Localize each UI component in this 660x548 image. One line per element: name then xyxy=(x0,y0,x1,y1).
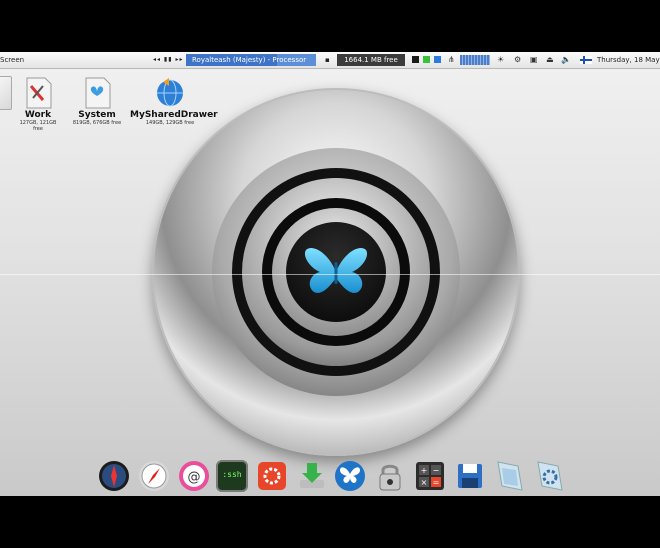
drawer-icon[interactable] xyxy=(494,460,526,492)
desktop-screen: Screen ◂◂ ▮▮ ▸▸ Royalteash (Majesty) - P… xyxy=(0,52,660,496)
ssh-terminal-icon[interactable]: :ssh xyxy=(216,460,248,492)
safari-icon[interactable] xyxy=(138,460,170,492)
settings-box-icon[interactable] xyxy=(256,460,288,492)
memory-icon: ▪ xyxy=(325,56,330,64)
compass-icon[interactable] xyxy=(98,460,130,492)
drawer-settings-icon[interactable] xyxy=(534,460,566,492)
butterfly-logo-icon xyxy=(304,248,368,293)
eject-icon[interactable]: ⏏ xyxy=(546,54,554,66)
svg-text:−: − xyxy=(433,466,440,475)
download-icon[interactable] xyxy=(296,460,328,492)
network-graph-icon[interactable]: ⋔ xyxy=(448,54,455,66)
volume-icon[interactable]: 🔈 xyxy=(561,54,571,66)
drive-icon xyxy=(0,76,12,110)
myshareddrawer-size: 149GB, 129GB free xyxy=(145,120,195,126)
window-icon[interactable]: ▣ xyxy=(530,54,538,66)
mail-icon[interactable]: @ xyxy=(178,460,210,492)
system-label: System xyxy=(78,110,116,120)
now-playing-bar[interactable]: Royalteash (Majesty) - Processor xyxy=(186,54,316,66)
flag-icon[interactable] xyxy=(580,54,592,66)
svg-text:×: × xyxy=(421,478,428,487)
work-drive-icon xyxy=(26,77,52,109)
cpu-graph[interactable] xyxy=(460,55,490,65)
save-icon[interactable] xyxy=(454,460,486,492)
desktop-icon-system[interactable]: System 819GB, 676GB free xyxy=(70,76,124,126)
myshareddrawer-label: MySharedDrawer xyxy=(130,110,218,120)
brushed-metal-dial xyxy=(152,88,520,456)
globe-icon xyxy=(157,78,183,107)
butterfly-app-icon[interactable] xyxy=(334,460,366,492)
media-controls[interactable]: ◂◂ ▮▮ ▸▸ xyxy=(153,54,183,66)
gear-icon[interactable]: ⚙ xyxy=(514,54,521,66)
work-label: Work xyxy=(24,110,52,120)
track-label: Royalteash (Majesty) - Processor xyxy=(192,56,307,64)
tray-square-icon[interactable] xyxy=(412,56,419,63)
desktop-icon-work[interactable]: Work 127GB, 121GB free xyxy=(14,76,62,132)
svg-text:@: @ xyxy=(188,470,201,485)
system-size: 819GB, 676GB free xyxy=(72,120,122,126)
dock: @ :ssh + − × = xyxy=(94,456,574,496)
network-status-icon[interactable] xyxy=(423,56,430,63)
menu-label[interactable]: Screen xyxy=(0,54,24,66)
svg-text:=: = xyxy=(433,478,440,487)
calculator-icon[interactable]: + − × = xyxy=(414,460,446,492)
clock[interactable]: Thursday, 18 May 2 xyxy=(597,54,660,66)
tray-blue-icon[interactable] xyxy=(434,56,441,63)
lock-icon[interactable] xyxy=(374,460,406,492)
memory-free-label[interactable]: 1664.1 MB free xyxy=(337,54,405,66)
svg-text:+: + xyxy=(421,466,428,475)
work-size: 127GB, 121GB free xyxy=(19,120,57,132)
brightness-icon[interactable]: ☀ xyxy=(497,54,504,66)
system-drive-icon xyxy=(85,77,111,109)
desktop-icon-myshareddrawer[interactable]: MySharedDrawer 149GB, 129GB free xyxy=(130,76,218,126)
top-panel: Screen ◂◂ ▮▮ ▸▸ Royalteash (Majesty) - P… xyxy=(0,52,660,69)
